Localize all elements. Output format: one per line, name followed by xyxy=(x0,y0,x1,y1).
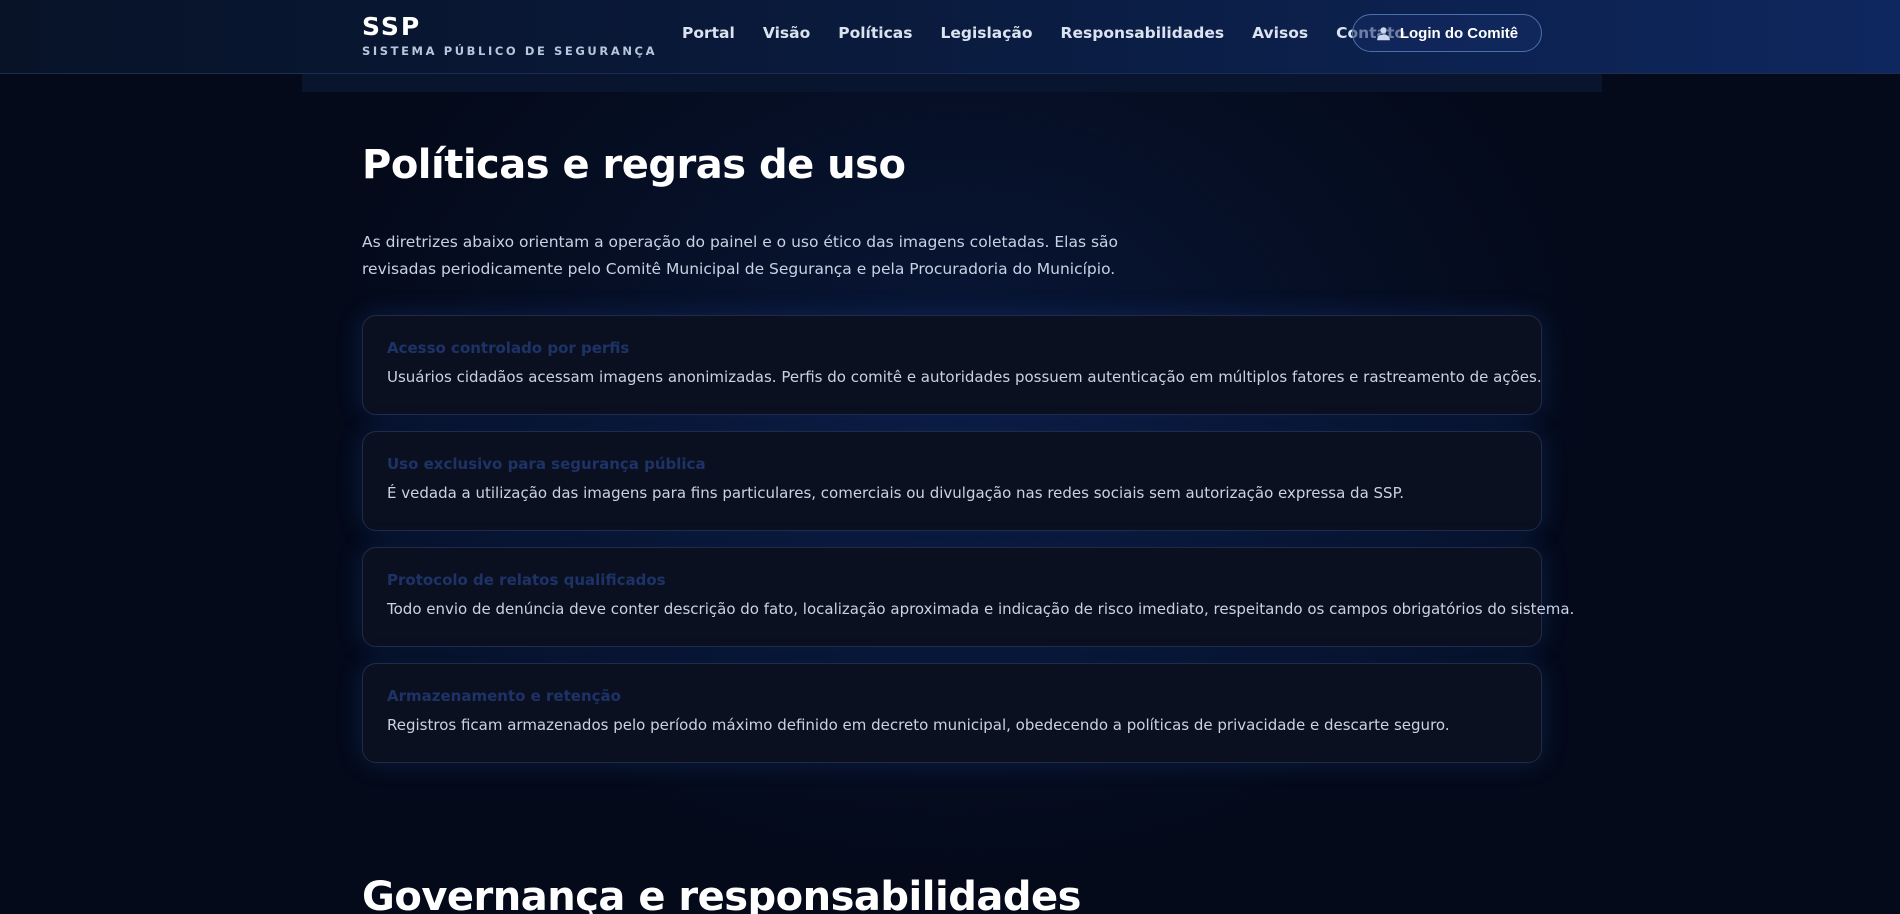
login-committee-button[interactable]: Login do Comitê xyxy=(1352,14,1542,52)
policy-card-title: Uso exclusivo para segurança pública xyxy=(387,455,706,473)
top-header: SSP SISTEMA PÚBLICO DE SEGURANÇA Portal … xyxy=(0,0,1900,74)
intro-paragraph: As diretrizes abaixo orientam a operação… xyxy=(362,229,1122,283)
policy-card-reports-protocol: Protocolo de relatos qualificados Todo e… xyxy=(362,547,1575,647)
policy-card-text: Todo envio de denúncia deve conter descr… xyxy=(387,600,1575,618)
policy-card-access: Acesso controlado por perfis Usuários ci… xyxy=(362,315,1542,415)
intro-line: As diretrizes abaixo orientam a operação… xyxy=(362,233,1119,251)
policy-card-text: É vedada a utilização das imagens para f… xyxy=(387,484,1405,502)
nav-item-responsabilidades[interactable]: Responsabilidades xyxy=(1061,24,1225,42)
policy-card-text: Registros ficam armazenados pelo período… xyxy=(387,716,1450,734)
user-icon xyxy=(1376,26,1390,40)
brand-subtitle: SISTEMA PÚBLICO DE SEGURANÇA xyxy=(362,44,658,58)
policy-card-text: Usuários cidadãos acessam imagens anonim… xyxy=(387,368,1542,386)
nav-item-avisos[interactable]: Avisos xyxy=(1252,24,1308,42)
policy-card-title: Protocolo de relatos qualificados xyxy=(387,571,666,589)
intro-line: revisadas periodicamente pelo Comitê Mun… xyxy=(362,260,1116,278)
policy-card-title: Armazenamento e retenção xyxy=(387,687,621,705)
policy-card-title: Acesso controlado por perfis xyxy=(387,339,630,357)
main-nav: Portal Visão Políticas Legislação Respon… xyxy=(682,24,1405,42)
brand-title: SSP xyxy=(362,12,422,41)
policy-list: Acesso controlado por perfis Usuários ci… xyxy=(362,315,1575,779)
nav-item-politicas[interactable]: Políticas xyxy=(838,24,912,42)
section-title-governance: Governança e responsabilidades xyxy=(362,874,1081,914)
login-button-label: Login do Comitê xyxy=(1399,24,1519,42)
policy-card-storage: Armazenamento e retenção Registros ficam… xyxy=(362,663,1542,763)
brand-logo[interactable]: SSP SISTEMA PÚBLICO DE SEGURANÇA xyxy=(362,12,658,59)
nav-item-visao[interactable]: Visão xyxy=(763,24,810,42)
page-title: Políticas e regras de uso xyxy=(362,142,906,188)
policy-card-exclusive-use: Uso exclusivo para segurança pública É v… xyxy=(362,431,1542,531)
nav-item-portal[interactable]: Portal xyxy=(682,24,735,42)
nav-item-legislacao[interactable]: Legislação xyxy=(940,24,1032,42)
header-underlay xyxy=(302,74,1602,92)
